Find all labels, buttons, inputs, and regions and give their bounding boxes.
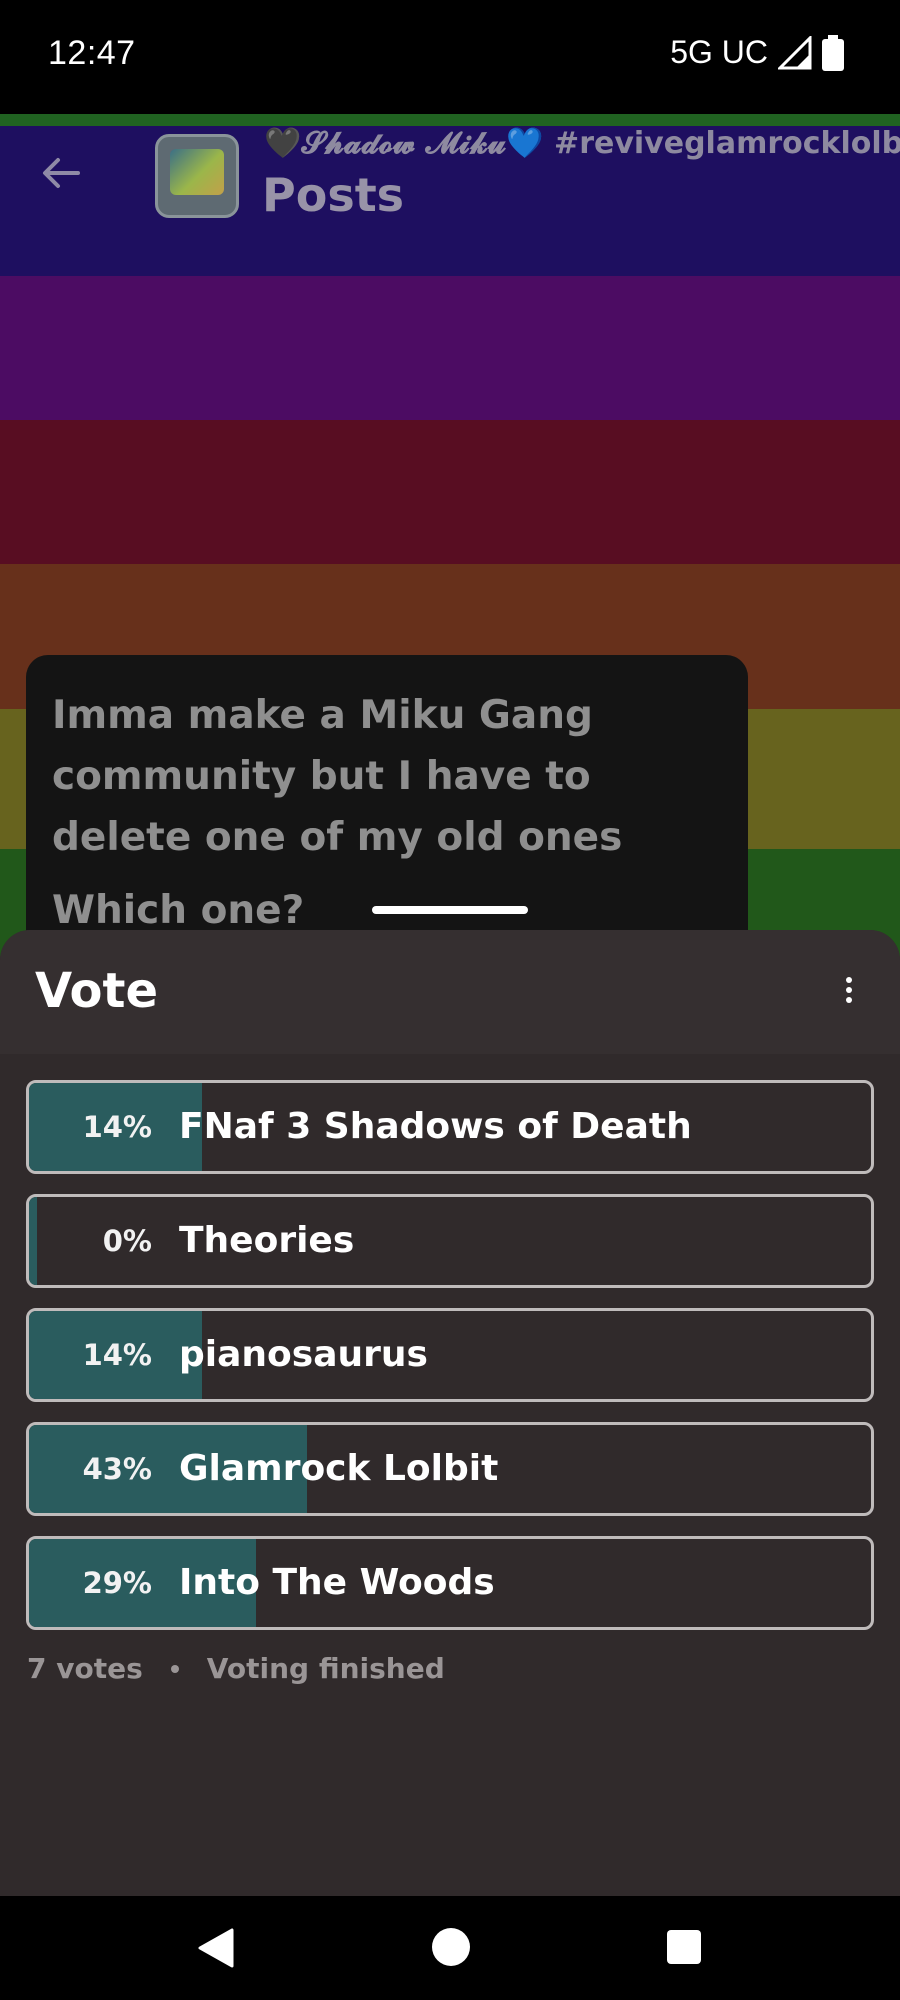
sheet-drag-handle[interactable]: [372, 906, 528, 914]
vote-count: 7 votes: [27, 1652, 143, 1685]
more-vert-icon[interactable]: [844, 977, 854, 1007]
sheet-title: Vote: [35, 963, 158, 1019]
nav-home-icon[interactable]: [432, 1928, 470, 1966]
poll-option[interactable]: 14% pianosaurus: [26, 1308, 874, 1402]
poll-option-percent: 14%: [82, 1110, 152, 1144]
network-label: 5G UC: [670, 34, 768, 70]
poll-option-label: Into The Woods: [179, 1562, 495, 1603]
vote-bottom-sheet: Vote 14% FNaf 3 Shadows of Death 0% Theo…: [0, 930, 900, 1896]
poll-option-label: pianosaurus: [179, 1334, 428, 1375]
nav-recents-icon[interactable]: [667, 1930, 701, 1964]
nav-back-icon[interactable]: [198, 1928, 234, 1968]
separator-dot: [170, 1664, 179, 1673]
poll-option-percent: 14%: [82, 1338, 152, 1372]
poll-option-label: Theories: [179, 1220, 355, 1261]
poll-option[interactable]: 0% Theories: [26, 1194, 874, 1288]
poll-option-percent: 0%: [102, 1224, 152, 1258]
back-arrow-icon[interactable]: [38, 150, 84, 196]
post-text: Imma make a Miku Gang community but I ha…: [52, 693, 623, 860]
avatar-image: [170, 149, 224, 195]
status-time: 12:47: [48, 34, 136, 72]
poll-option-percent: 43%: [82, 1452, 152, 1486]
status-bar: 12:47 5G UC: [0, 0, 900, 114]
poll-options: 14% FNaf 3 Shadows of Death 0% Theories …: [26, 1080, 874, 1650]
community-avatar[interactable]: [155, 134, 239, 218]
system-nav-bar: [0, 1896, 900, 2000]
poll-option[interactable]: 14% FNaf 3 Shadows of Death: [26, 1080, 874, 1174]
vote-status: Voting finished: [206, 1652, 445, 1685]
signal-icon: [778, 35, 812, 69]
poll-option-label: FNaf 3 Shadows of Death: [179, 1106, 692, 1147]
community-name: 🖤𝓢𝓱𝓪𝓭𝓸𝔀 𝓜𝓲𝓴𝓾💙 #reviveglamrocklolbit #W: [264, 126, 900, 161]
vote-summary: 7 votes Voting finished: [27, 1652, 445, 1685]
poll-option-label: Glamrock Lolbit: [179, 1448, 499, 1489]
poll-option[interactable]: 43% Glamrock Lolbit: [26, 1422, 874, 1516]
page-title: Posts: [262, 168, 405, 222]
poll-option[interactable]: 29% Into The Woods: [26, 1536, 874, 1630]
status-indicators: 5G UC: [670, 34, 844, 71]
sheet-header: Vote: [0, 930, 900, 1054]
poll-option-percent: 29%: [82, 1566, 152, 1600]
battery-icon: [822, 34, 844, 71]
